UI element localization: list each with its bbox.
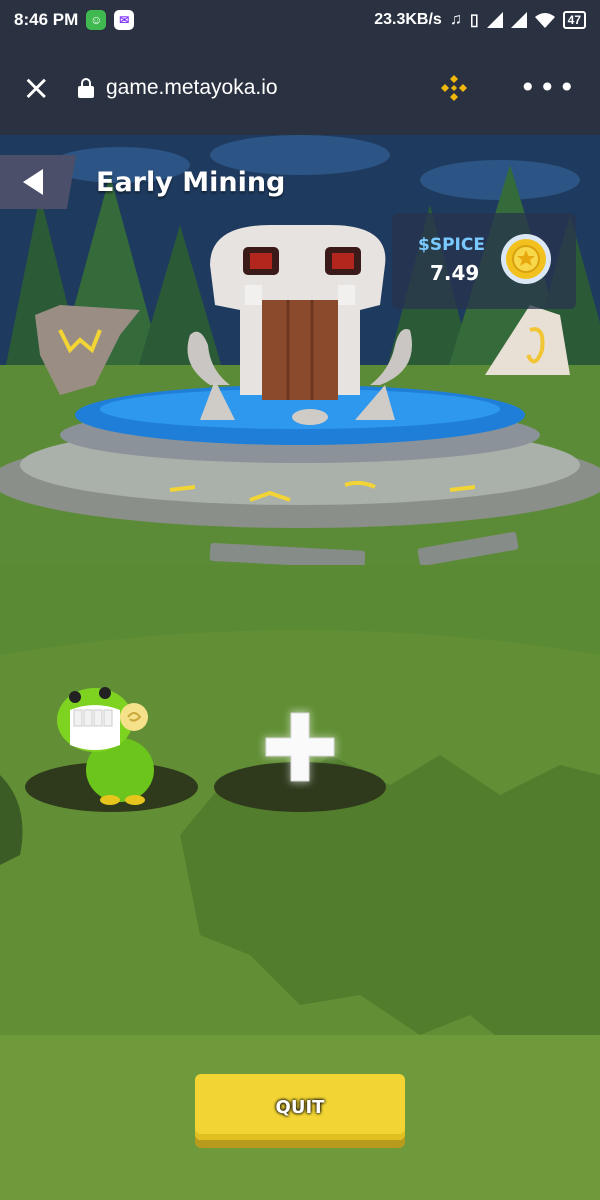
status-time: 8:46 PM xyxy=(14,10,79,29)
status-bar: 8:46 PM ☺ ✉ 23.3KB/s ♫ ▯ 47 xyxy=(0,0,600,40)
url-text[interactable]: game.metayoka.io xyxy=(106,76,278,100)
messenger-icon: ✉ xyxy=(114,10,135,30)
battery-icon: 47 xyxy=(562,11,586,29)
spice-value: 7.49 xyxy=(430,261,480,285)
wifi-icon xyxy=(534,13,555,28)
back-button[interactable] xyxy=(0,155,76,209)
app-notification-icon: ☺ xyxy=(86,10,107,30)
network-speed: 23.3KB/s xyxy=(374,11,442,28)
spice-balance-panel: $SPICE 7.49 xyxy=(392,213,576,309)
browser-toolbar: × game.metayoka.io ••• xyxy=(0,40,600,135)
close-icon[interactable]: × xyxy=(22,68,62,108)
screen-title: Early Mining xyxy=(96,167,286,198)
quit-button[interactable]: QUIT xyxy=(195,1074,405,1140)
plus-icon[interactable] xyxy=(258,705,342,789)
binance-icon[interactable] xyxy=(437,71,471,105)
game-canvas: Early Mining $SPICE 7.49 QUIT xyxy=(0,135,600,1200)
spice-label: $SPICE xyxy=(418,235,485,255)
signal-icon xyxy=(486,12,503,28)
back-arrow-icon xyxy=(23,169,43,195)
coin-icon xyxy=(501,234,551,284)
lock-icon xyxy=(78,77,94,98)
headphones-icon: ♫ xyxy=(449,11,462,28)
vibrate-icon: ▯ xyxy=(469,12,479,29)
more-options-icon[interactable]: ••• xyxy=(519,73,578,102)
green-dino-character[interactable] xyxy=(50,675,170,805)
signal-icon-2 xyxy=(510,12,527,28)
